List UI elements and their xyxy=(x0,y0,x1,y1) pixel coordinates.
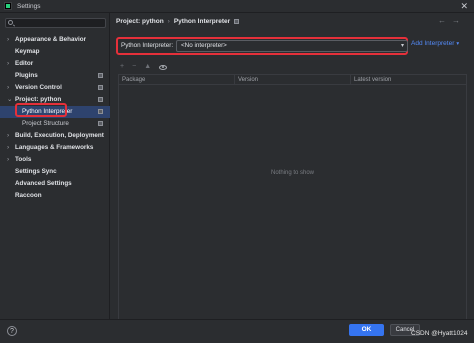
sidebar-item-keymap[interactable]: Keymap xyxy=(0,46,110,58)
chevron-down-icon: ⌄ xyxy=(7,96,13,103)
chevron-down-icon: ▾ xyxy=(456,41,460,47)
column-header-latest-version[interactable]: Latest version xyxy=(351,75,468,85)
sidebar-item-build-execution-deployment[interactable]: › Build, Execution, Deployment xyxy=(0,130,110,142)
python-interpreter-row: Python Interpreter: <No interpreter> ▾ xyxy=(116,37,408,55)
search-icon xyxy=(8,20,13,25)
chevron-right-icon: › xyxy=(7,132,10,139)
project-scope-icon xyxy=(234,19,240,24)
close-icon[interactable]: ✕ xyxy=(460,1,468,12)
packages-toolbar: + − ▲ xyxy=(120,63,168,70)
sidebar-item-label: Build, Execution, Deployment xyxy=(15,132,104,139)
project-scope-icon xyxy=(98,109,103,114)
back-arrow-icon[interactable]: ← xyxy=(438,16,452,25)
packages-table: Package Version Latest version Nothing t… xyxy=(118,74,467,323)
sidebar-item-settings-sync[interactable]: Settings Sync xyxy=(0,166,110,178)
sidebar-item-editor[interactable]: › Editor xyxy=(0,58,110,70)
breadcrumb-parent: Project: python xyxy=(116,18,164,25)
csdn-watermark: CSDN @Hyatt1024 xyxy=(411,330,468,337)
sidebar-item-label: Version Control xyxy=(15,84,62,91)
window-title: Settings xyxy=(17,2,41,10)
settings-tree: › Appearance & Behavior Keymap › Editor … xyxy=(0,34,110,202)
table-header: Package Version Latest version xyxy=(119,75,466,85)
sidebar-item-project-structure[interactable]: Project Structure xyxy=(0,118,110,130)
sidebar-item-languages-frameworks[interactable]: › Languages & Frameworks xyxy=(0,142,110,154)
project-scope-icon xyxy=(98,121,103,126)
sidebar-item-label: Appearance & Behavior xyxy=(15,36,87,43)
pycharm-logo-icon xyxy=(4,2,12,10)
chevron-right-icon: › xyxy=(7,84,10,91)
help-icon[interactable]: ? xyxy=(7,326,17,336)
chevron-right-icon: › xyxy=(7,36,10,43)
project-scope-icon xyxy=(98,97,103,102)
breadcrumb-separator: › xyxy=(167,18,170,25)
settings-sidebar: › Appearance & Behavior Keymap › Editor … xyxy=(0,13,110,319)
sidebar-item-advanced-settings[interactable]: Advanced Settings xyxy=(0,178,110,190)
sidebar-item-label: Advanced Settings xyxy=(15,180,72,187)
upgrade-package-icon[interactable]: ▲ xyxy=(144,63,151,70)
add-interpreter-label: Add Interpreter xyxy=(411,40,455,47)
ok-button[interactable]: OK xyxy=(349,324,384,336)
chevron-right-icon: › xyxy=(7,144,10,151)
sidebar-item-label: Project Structure xyxy=(22,120,69,127)
chevron-down-icon: ▾ xyxy=(400,43,404,49)
sidebar-item-label: Languages & Frameworks xyxy=(15,144,94,151)
sidebar-item-plugins[interactable]: Plugins xyxy=(0,70,110,82)
sidebar-item-label: Raccoon xyxy=(15,192,42,199)
breadcrumb: Project: python › Python Interpreter xyxy=(116,18,240,25)
forward-arrow-icon[interactable]: → xyxy=(452,16,466,25)
main-panel: Project: python › Python Interpreter ←→ … xyxy=(111,13,474,323)
title-bar: Settings ✕ xyxy=(0,0,474,13)
sidebar-item-label: Keymap xyxy=(15,48,40,55)
navigation-arrows: ←→ xyxy=(438,16,466,25)
sidebar-item-label: Tools xyxy=(15,156,32,163)
highlight-python-interpreter xyxy=(15,103,67,117)
empty-table-text: Nothing to show xyxy=(270,170,315,176)
sidebar-item-raccoon[interactable]: Raccoon xyxy=(0,190,110,202)
project-scope-icon xyxy=(98,73,103,78)
column-header-package[interactable]: Package xyxy=(119,75,235,85)
sidebar-item-appearance-behavior[interactable]: › Appearance & Behavior xyxy=(0,34,110,46)
sidebar-item-tools[interactable]: › Tools xyxy=(0,154,110,166)
dialog-footer: ? OK Cancel CSDN @Hyatt1024 xyxy=(0,319,474,343)
column-header-version[interactable]: Version xyxy=(235,75,351,85)
sidebar-item-label: Settings Sync xyxy=(15,168,57,175)
interpreter-select-value: <No interpreter> xyxy=(181,42,227,49)
python-interpreter-select[interactable]: <No interpreter> ▾ xyxy=(176,40,408,52)
add-package-icon[interactable]: + xyxy=(120,63,124,70)
python-interpreter-label: Python Interpreter: xyxy=(121,42,174,49)
breadcrumb-current: Python Interpreter xyxy=(173,18,231,25)
eye-icon[interactable] xyxy=(159,65,168,70)
chevron-right-icon: › xyxy=(7,156,10,163)
sidebar-item-version-control[interactable]: › Version Control xyxy=(0,82,110,94)
project-scope-icon xyxy=(98,85,103,90)
add-interpreter-link[interactable]: Add Interpreter ▾ xyxy=(411,40,459,47)
remove-package-icon[interactable]: − xyxy=(132,63,136,70)
chevron-right-icon: › xyxy=(7,60,10,67)
settings-search-input[interactable] xyxy=(5,18,106,28)
sidebar-item-label: Plugins xyxy=(15,72,38,79)
sidebar-item-label: Editor xyxy=(15,60,34,67)
